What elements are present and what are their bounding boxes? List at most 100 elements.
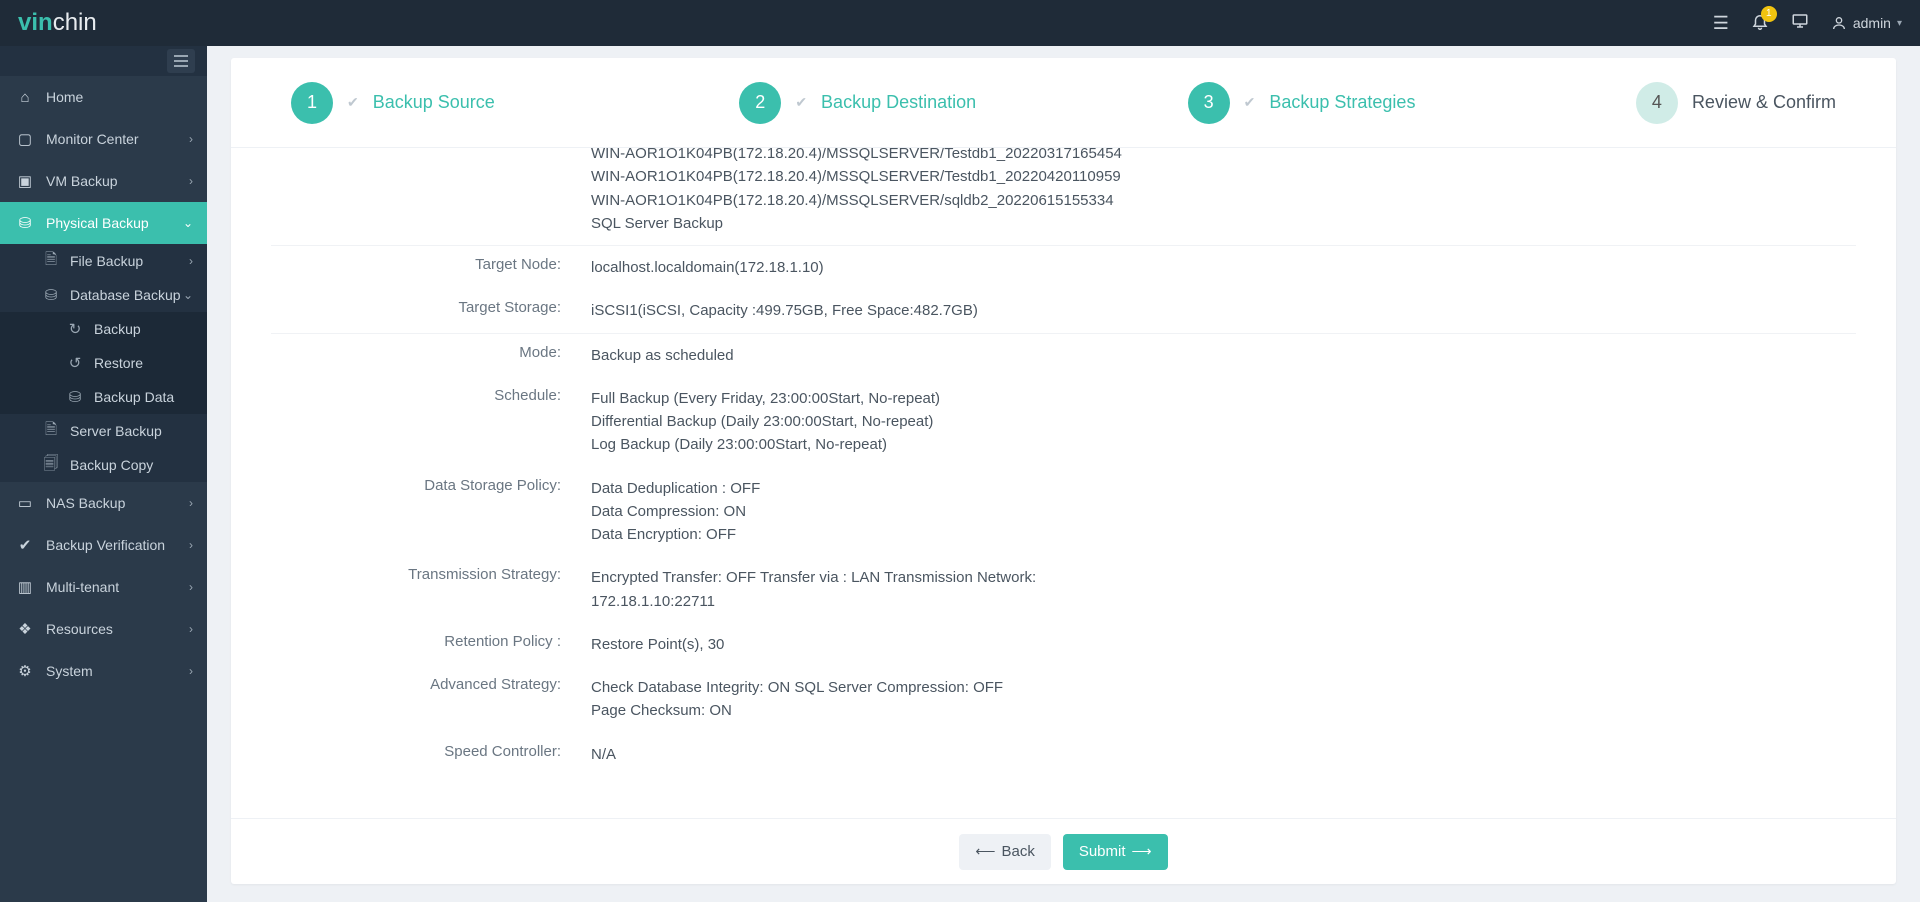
sidebar-item-label: Database Backup [70,287,181,303]
sidebar-item-label: Resources [46,621,113,637]
wizard-panel: 1 ✔ Backup Source 2 ✔ Backup Destination… [231,58,1896,884]
field-value: N/A [591,743,616,766]
sidebar-item-label: Home [46,89,83,105]
monitor-icon[interactable] [1791,12,1809,35]
sidebar-item-backup-data[interactable]: ⛁ Backup Data [0,380,207,414]
submit-button[interactable]: Submit ⟶ [1063,834,1168,870]
policy-line: Data Compression: ON [591,500,760,523]
chevron-right-icon: › [189,664,193,678]
sidebar-item-backup-verification[interactable]: ✔ Backup Verification › [0,524,207,566]
sidebar-item-system[interactable]: ⚙ System › [0,650,207,692]
policy-line: Data Encryption: OFF [591,523,760,546]
sidebar-item-label: Physical Backup [46,215,149,231]
field-value: WIN-AOR1O1K04PB(172.18.20.4)/MSSQLSERVER… [591,148,1122,235]
sidebar-item-label: Monitor Center [46,131,139,147]
field-label: Schedule: [271,387,591,457]
resources-icon: ❖ [16,620,34,638]
check-icon: ✔ [795,94,807,111]
field-value: Check Database Integrity: ON SQL Server … [591,676,1003,723]
vm-icon: ▣ [16,172,34,190]
sidebar-collapse-row [0,46,207,76]
sidebar-item-nas-backup[interactable]: ▭ NAS Backup › [0,482,207,524]
sidebar-sub-physical: 🗎 File Backup › ⛁ Database Backup ⌄ ↻ Ba… [0,244,207,482]
schedule-line: Differential Backup (Daily 23:00:00Start… [591,410,940,433]
sidebar-item-label: Backup Verification [46,537,165,553]
sidebar-item-home[interactable]: ⌂ Home [0,76,207,118]
sidebar-toggle[interactable] [167,49,195,73]
tenant-icon: ▥ [16,578,34,596]
sidebar-item-monitor[interactable]: ▢ Monitor Center › [0,118,207,160]
nas-icon: ▭ [16,494,34,512]
step-label: Backup Destination [821,92,976,113]
transmission-line: Encrypted Transfer: OFF Transfer via : L… [591,566,1036,589]
wizard-steps: 1 ✔ Backup Source 2 ✔ Backup Destination… [231,58,1896,148]
wizard-footer: ⟵ Back Submit ⟶ [231,818,1896,884]
sidebar-item-restore[interactable]: ↺ Restore [0,346,207,380]
source-line: WIN-AOR1O1K04PB(172.18.20.4)/MSSQLSERVER… [591,189,1122,212]
database-icon: ⛁ [16,214,34,232]
field-label: Transmission Strategy: [271,566,591,613]
review-body[interactable]: WIN-AOR1O1K04PB(172.18.20.4)/MSSQLSERVER… [231,148,1896,818]
gear-icon: ⚙ [16,662,34,680]
chevron-down-icon: ⌄ [183,216,193,230]
chevron-right-icon: › [189,580,193,594]
review-row-schedule: Schedule: Full Backup (Every Friday, 23:… [271,377,1856,467]
sidebar-item-file-backup[interactable]: 🗎 File Backup › [0,244,207,278]
transmission-line: 172.18.1.10:22711 [591,590,1036,613]
sidebar-item-label: Restore [94,355,143,371]
step-label: Backup Strategies [1269,92,1415,113]
brand-logo: vinchin [18,9,97,37]
field-value: Restore Point(s), 30 [591,633,724,656]
chevron-right-icon: › [189,622,193,636]
back-button[interactable]: ⟵ Back [959,834,1050,870]
copy-icon: 🗐 [42,453,60,478]
advanced-line: Check Database Integrity: ON SQL Server … [591,676,1003,699]
refresh-icon: ↻ [66,320,84,338]
step-backup-source[interactable]: 1 ✔ Backup Source [291,82,739,124]
sidebar-item-physical-backup[interactable]: ⛁ Physical Backup ⌄ [0,202,207,244]
chevron-right-icon: › [189,174,193,188]
sidebar-item-server-backup[interactable]: 🗎 Server Backup [0,414,207,448]
sidebar-item-label: System [46,663,93,679]
review-row-target-node: Target Node: localhost.localdomain(172.1… [271,246,1856,289]
sidebar-item-label: NAS Backup [46,495,125,511]
arrow-right-icon: ⟶ [1132,843,1152,860]
field-value: Full Backup (Every Friday, 23:00:00Start… [591,387,940,457]
review-row-speed: Speed Controller: N/A [271,733,1856,776]
sidebar-item-label: File Backup [70,253,143,269]
step-number: 2 [739,82,781,124]
sidebar-item-label: Multi-tenant [46,579,119,595]
sidebar-sub-database: ↻ Backup ↺ Restore ⛁ Backup Data [0,312,207,414]
field-label [271,148,591,235]
bell-icon[interactable]: 1 [1751,12,1769,35]
field-label: Retention Policy : [271,633,591,656]
monitor-center-icon: ▢ [16,130,34,148]
submit-label: Submit [1079,843,1126,860]
step-backup-strategies[interactable]: 3 ✔ Backup Strategies [1188,82,1636,124]
sidebar-item-resources[interactable]: ❖ Resources › [0,608,207,650]
step-number: 4 [1636,82,1678,124]
list-icon[interactable]: ☰ [1713,13,1729,34]
sidebar: ⌂ Home ▢ Monitor Center › ▣ VM Backup › … [0,46,207,902]
user-menu[interactable]: admin ▾ [1831,15,1902,31]
sidebar-item-backup[interactable]: ↻ Backup [0,312,207,346]
step-review-confirm[interactable]: 4 Review & Confirm [1636,82,1836,124]
review-row-target-storage: Target Storage: iSCSI1(iSCSI, Capacity :… [271,289,1856,332]
sidebar-item-label: VM Backup [46,173,118,189]
policy-line: Data Deduplication : OFF [591,477,760,500]
content-area: 1 ✔ Backup Source 2 ✔ Backup Destination… [207,46,1920,902]
field-value: iSCSI1(iSCSI, Capacity :499.75GB, Free S… [591,299,978,322]
step-number: 3 [1188,82,1230,124]
review-row-data-storage: Data Storage Policy: Data Deduplication … [271,467,1856,557]
sidebar-item-multi-tenant[interactable]: ▥ Multi-tenant › [0,566,207,608]
chevron-right-icon: › [189,496,193,510]
sidebar-item-backup-copy[interactable]: 🗐 Backup Copy [0,448,207,482]
sidebar-item-database-backup[interactable]: ⛁ Database Backup ⌄ [0,278,207,312]
file-icon: 🗎 [42,249,60,274]
step-backup-destination[interactable]: 2 ✔ Backup Destination [739,82,1187,124]
review-row-advanced: Advanced Strategy: Check Database Integr… [271,666,1856,733]
topbar-right: ☰ 1 admin ▾ [1713,12,1902,35]
source-line: SQL Server Backup [591,212,1122,235]
sidebar-item-vm-backup[interactable]: ▣ VM Backup › [0,160,207,202]
sidebar-item-label: Backup Copy [70,457,153,473]
